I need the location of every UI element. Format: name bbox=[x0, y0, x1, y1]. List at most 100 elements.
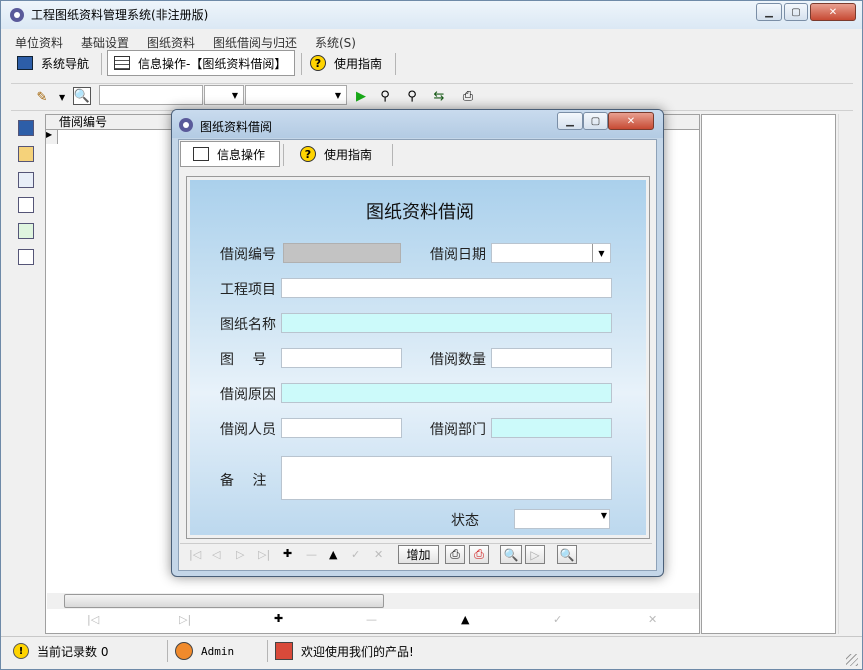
scrollbar-thumb[interactable] bbox=[64, 594, 384, 608]
tab-user-guide[interactable]: ? 使用指南 bbox=[310, 50, 382, 76]
menu-unit-data[interactable]: 单位资料 bbox=[15, 34, 63, 51]
value-combo[interactable]: ▼ bbox=[245, 85, 347, 105]
cancel-record-icon[interactable]: ✕ bbox=[648, 613, 657, 626]
chart-icon[interactable] bbox=[18, 223, 34, 239]
menu-drawing-data[interactable]: 图纸资料 bbox=[147, 34, 195, 51]
tab-separator bbox=[301, 53, 302, 75]
prior-record-icon[interactable]: ◁ bbox=[212, 548, 220, 561]
printer-icon[interactable]: ⎙ bbox=[459, 87, 477, 105]
tab-separator bbox=[395, 53, 396, 75]
play-icon[interactable]: ▶ bbox=[352, 87, 370, 105]
tree-icon[interactable] bbox=[18, 146, 34, 162]
person-field[interactable] bbox=[281, 418, 402, 438]
tab-info-operation[interactable]: 信息操作-【图纸资料借阅】 bbox=[107, 50, 295, 76]
search-icon[interactable]: 🔍 bbox=[557, 545, 577, 564]
pencil-icon[interactable]: ✎ bbox=[33, 88, 51, 106]
print-preview-icon[interactable]: ⎙ bbox=[469, 545, 489, 564]
print-icon[interactable]: ⎙ bbox=[445, 545, 465, 564]
vertical-scrollbar[interactable] bbox=[838, 114, 854, 634]
help-icon: ? bbox=[300, 146, 316, 162]
minimize-button[interactable]: ▁ bbox=[756, 3, 782, 21]
add-button[interactable]: 增加 bbox=[398, 545, 439, 564]
dialog-close-button[interactable]: ✕ bbox=[608, 112, 654, 130]
maximize-button[interactable]: ▢ bbox=[784, 3, 808, 21]
quantity-field[interactable] bbox=[491, 348, 612, 368]
product-icon bbox=[275, 642, 293, 660]
dialog-maximize-button[interactable]: ▢ bbox=[583, 112, 608, 130]
tab-system-nav[interactable]: 系统导航 bbox=[17, 50, 89, 76]
grid-right-pane bbox=[701, 114, 836, 634]
project-field[interactable] bbox=[281, 278, 612, 298]
chevron-down-icon[interactable]: ▼ bbox=[59, 93, 65, 102]
label-status: 状态 bbox=[451, 513, 479, 529]
delete-record-icon[interactable]: — bbox=[366, 613, 377, 626]
menu-basic-settings[interactable]: 基础设置 bbox=[81, 34, 129, 51]
user-icon bbox=[175, 642, 193, 660]
label-reason: 借阅原因 bbox=[220, 387, 276, 403]
add-record-icon[interactable]: ✚ bbox=[283, 547, 292, 560]
dialog-tab-user-guide[interactable]: ? 使用指南 bbox=[300, 141, 372, 167]
chevron-down-icon[interactable]: ▼ bbox=[592, 244, 610, 262]
post-record-icon[interactable]: ✓ bbox=[553, 613, 562, 626]
last-record-icon[interactable]: ▷| bbox=[179, 613, 191, 626]
app-icon bbox=[178, 117, 194, 133]
dialog-tab-info-operation[interactable]: 信息操作 bbox=[180, 141, 280, 167]
tab-separator bbox=[101, 53, 102, 75]
cancel-record-icon[interactable]: ✕ bbox=[374, 548, 383, 561]
label-dept: 借阅部门 bbox=[430, 422, 486, 438]
menu-system[interactable]: 系统(S) bbox=[315, 34, 356, 51]
post-record-icon[interactable]: ✓ bbox=[351, 548, 360, 561]
field-select-combo[interactable] bbox=[99, 85, 203, 105]
dialog-title: 图纸资料借阅 bbox=[200, 120, 273, 134]
first-record-icon[interactable]: |◁ bbox=[87, 613, 99, 626]
borrow-no-field bbox=[283, 243, 401, 263]
document-icon[interactable] bbox=[18, 197, 34, 213]
resize-grip-icon[interactable] bbox=[846, 654, 858, 666]
search-icon[interactable]: 🔍 bbox=[73, 87, 91, 105]
grid-icon bbox=[114, 56, 130, 70]
form-title: 图纸资料借阅 bbox=[366, 202, 474, 223]
column-header-borrow-no[interactable]: 借阅编号 bbox=[59, 115, 107, 130]
close-button[interactable]: ✕ bbox=[810, 3, 856, 21]
edit-record-icon[interactable]: ▲ bbox=[329, 548, 337, 561]
refresh-icon[interactable]: ⇆ bbox=[430, 87, 448, 105]
help-icon: ? bbox=[310, 55, 326, 71]
status-select[interactable]: ▼ bbox=[514, 509, 610, 529]
edit-record-icon[interactable]: ▲ bbox=[461, 613, 469, 626]
dialog-minimize-button[interactable]: ▁ bbox=[557, 112, 583, 130]
last-record-icon[interactable]: ▷| bbox=[258, 548, 270, 561]
zoom-icon[interactable]: 🔍 bbox=[500, 545, 522, 564]
status-user: Admin bbox=[175, 638, 234, 664]
borrow-date-field[interactable]: ▼ bbox=[491, 243, 611, 263]
drawing-no-field[interactable] bbox=[281, 348, 402, 368]
monitor-icon[interactable] bbox=[18, 120, 34, 136]
reason-field[interactable] bbox=[281, 383, 612, 403]
play-icon[interactable]: ▷ bbox=[525, 545, 545, 564]
find-user-icon[interactable]: ⚲ bbox=[376, 87, 394, 105]
window-title: 工程图纸资料管理系统(非注册版) bbox=[31, 8, 209, 22]
next-record-icon[interactable]: ▷ bbox=[236, 548, 244, 561]
drawing-name-field[interactable] bbox=[281, 313, 612, 333]
label-remark: 备 注 bbox=[220, 473, 267, 489]
book-icon[interactable] bbox=[18, 172, 34, 188]
monitor-icon bbox=[17, 56, 33, 70]
label-project: 工程项目 bbox=[220, 282, 276, 298]
menu-borrow-return[interactable]: 图纸借阅与归还 bbox=[213, 34, 297, 51]
operator-combo[interactable]: ▼ bbox=[204, 85, 244, 105]
label-drawing-name: 图纸名称 bbox=[220, 317, 276, 333]
status-bar bbox=[1, 636, 862, 637]
delete-record-icon[interactable]: — bbox=[306, 548, 317, 561]
list-icon[interactable] bbox=[18, 249, 34, 265]
dept-field[interactable] bbox=[491, 418, 612, 438]
chevron-down-icon: ▼ bbox=[231, 90, 239, 100]
first-record-icon[interactable]: |◁ bbox=[189, 548, 201, 561]
tab-separator bbox=[283, 144, 284, 166]
app-icon bbox=[9, 7, 25, 23]
remark-field[interactable] bbox=[281, 456, 612, 500]
add-record-icon[interactable]: ✚ bbox=[274, 612, 283, 625]
chevron-down-icon: ▼ bbox=[600, 511, 607, 520]
row-indicator: ▶ bbox=[46, 130, 58, 144]
label-borrow-no: 借阅编号 bbox=[220, 247, 276, 263]
status-welcome: 欢迎使用我们的产品! bbox=[275, 638, 414, 664]
find-user-icon[interactable]: ⚲ bbox=[403, 87, 421, 105]
